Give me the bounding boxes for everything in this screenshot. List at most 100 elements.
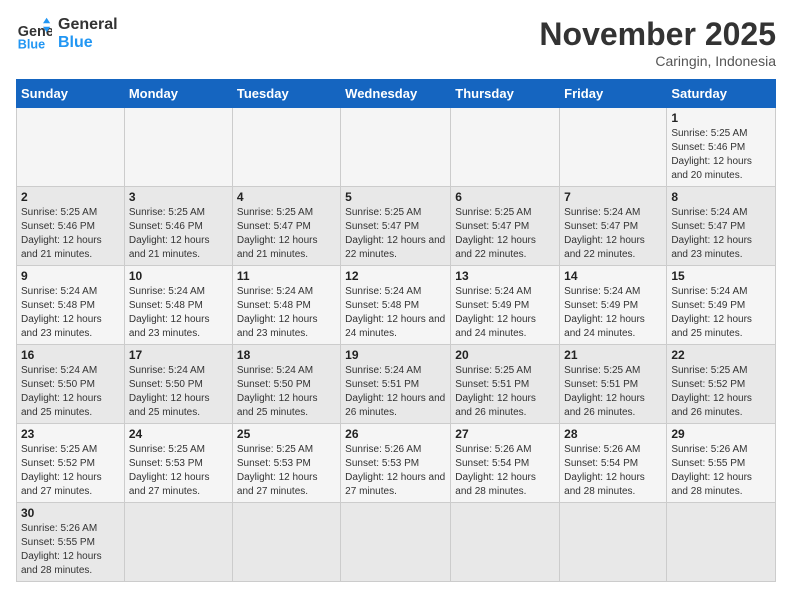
day-number: 1 — [671, 111, 771, 125]
header-tuesday: Tuesday — [232, 80, 340, 108]
day-info: Sunrise: 5:24 AMSunset: 5:49 PMDaylight:… — [564, 285, 662, 341]
day-number: 19 — [345, 348, 446, 362]
week-row-2: 9 Sunrise: 5:24 AMSunset: 5:48 PMDaylight… — [17, 266, 776, 345]
day-info: Sunrise: 5:25 AMSunset: 5:46 PMDaylight:… — [129, 206, 228, 262]
day-cell: 11Sunrise: 5:24 AMSunset: 5:48 PMDayligh… — [232, 266, 340, 345]
week-row-1: 2Sunrise: 5:25 AMSunset: 5:46 PMDaylight… — [17, 187, 776, 266]
location-subtitle: Caringin, Indonesia — [539, 53, 776, 69]
logo-general: General — [58, 16, 118, 34]
day-number: 27 — [455, 427, 555, 441]
page-header: General Blue General Blue November 2025 … — [16, 16, 776, 69]
day-cell: 29Sunrise: 5:26 AMSunset: 5:55 PMDayligh… — [667, 424, 776, 503]
day-cell: 23Sunrise: 5:25 AMSunset: 5:52 PMDayligh… — [17, 424, 125, 503]
day-number: 7 — [564, 190, 662, 204]
day-info: Sunrise: 5:25 AMSunset: 5:52 PMDaylight:… — [671, 364, 771, 420]
svg-text:Blue: Blue — [18, 37, 45, 51]
day-cell — [667, 503, 776, 582]
day-cell: 14 Sunrise: 5:24 AMSunset: 5:49 PMDayligh… — [560, 266, 667, 345]
day-info: Sunrise: 5:25 AMSunset: 5:53 PMDaylight:… — [129, 443, 228, 499]
day-number: 18 — [237, 348, 336, 362]
logo-icon: General Blue — [16, 16, 52, 52]
day-number: 20 — [455, 348, 555, 362]
week-row-0: 1 Sunrise: 5:25 AMSunset: 5:46 PMDaylight… — [17, 108, 776, 187]
day-cell — [17, 108, 125, 187]
day-info: Sunrise: 5:26 AMSunset: 5:54 PMDaylight:… — [564, 443, 662, 499]
day-cell — [124, 108, 232, 187]
day-cell: 17Sunrise: 5:24 AMSunset: 5:50 PMDayligh… — [124, 345, 232, 424]
day-number: 12 — [345, 269, 446, 283]
day-info: Sunrise: 5:24 AMSunset: 5:49 PMDaylight:… — [455, 285, 555, 341]
header-sunday: Sunday — [17, 80, 125, 108]
title-block: November 2025 Caringin, Indonesia — [539, 16, 776, 69]
day-cell — [232, 503, 340, 582]
day-cell — [560, 108, 667, 187]
day-number: 28 — [564, 427, 662, 441]
day-number: 25 — [237, 427, 336, 441]
day-info: Sunrise: 5:26 AMSunset: 5:55 PMDaylight:… — [21, 522, 120, 578]
calendar-body: 1 Sunrise: 5:25 AMSunset: 5:46 PMDaylight… — [17, 108, 776, 582]
month-title: November 2025 — [539, 16, 776, 53]
day-number: 6 — [455, 190, 555, 204]
day-number: 23 — [21, 427, 120, 441]
week-row-3: 16 Sunrise: 5:24 AMSunset: 5:50 PMDayligh… — [17, 345, 776, 424]
day-number: 14 — [564, 269, 662, 283]
header-wednesday: Wednesday — [341, 80, 451, 108]
day-cell: 15 Sunrise: 5:24 AMSunset: 5:49 PMDayligh… — [667, 266, 776, 345]
day-number: 24 — [129, 427, 228, 441]
day-info: Sunrise: 5:24 AMSunset: 5:49 PMDaylight:… — [671, 285, 771, 341]
day-cell: 7Sunrise: 5:24 AMSunset: 5:47 PMDaylight… — [560, 187, 667, 266]
day-info: Sunrise: 5:25 AMSunset: 5:46 PMDaylight:… — [671, 127, 771, 183]
day-cell: 27Sunrise: 5:26 AMSunset: 5:54 PMDayligh… — [451, 424, 560, 503]
calendar-table: SundayMondayTuesdayWednesdayThursdayFrid… — [16, 79, 776, 582]
day-info: Sunrise: 5:24 AMSunset: 5:50 PMDaylight:… — [129, 364, 228, 420]
day-cell: 2Sunrise: 5:25 AMSunset: 5:46 PMDaylight… — [17, 187, 125, 266]
day-number: 9 — [21, 269, 120, 283]
week-row-4: 23Sunrise: 5:25 AMSunset: 5:52 PMDayligh… — [17, 424, 776, 503]
day-cell: 21 Sunrise: 5:25 AMSunset: 5:51 PMDayligh… — [560, 345, 667, 424]
day-cell: 25 Sunrise: 5:25 AMSunset: 5:53 PMDayligh… — [232, 424, 340, 503]
day-info: Sunrise: 5:25 AMSunset: 5:47 PMDaylight:… — [237, 206, 336, 262]
day-cell: 8Sunrise: 5:24 AMSunset: 5:47 PMDaylight… — [667, 187, 776, 266]
day-cell: 16 Sunrise: 5:24 AMSunset: 5:50 PMDayligh… — [17, 345, 125, 424]
day-number: 3 — [129, 190, 228, 204]
day-info: Sunrise: 5:24 AMSunset: 5:48 PMDaylight:… — [129, 285, 228, 341]
day-info: Sunrise: 5:24 AMSunset: 5:48 PMDaylight:… — [21, 285, 120, 341]
header-saturday: Saturday — [667, 80, 776, 108]
day-number: 4 — [237, 190, 336, 204]
day-cell: 9 Sunrise: 5:24 AMSunset: 5:48 PMDaylight… — [17, 266, 125, 345]
day-number: 22 — [671, 348, 771, 362]
day-info: Sunrise: 5:25 AMSunset: 5:47 PMDaylight:… — [345, 206, 446, 262]
day-number: 15 — [671, 269, 771, 283]
day-cell: 4 Sunrise: 5:25 AMSunset: 5:47 PMDaylight… — [232, 187, 340, 266]
header-friday: Friday — [560, 80, 667, 108]
day-cell: 30 Sunrise: 5:26 AMSunset: 5:55 PMDayligh… — [17, 503, 125, 582]
day-info: Sunrise: 5:25 AMSunset: 5:47 PMDaylight:… — [455, 206, 555, 262]
day-cell: 20 Sunrise: 5:25 AMSunset: 5:51 PMDayligh… — [451, 345, 560, 424]
day-cell — [232, 108, 340, 187]
day-number: 16 — [21, 348, 120, 362]
week-row-5: 30 Sunrise: 5:26 AMSunset: 5:55 PMDayligh… — [17, 503, 776, 582]
day-cell: 6 Sunrise: 5:25 AMSunset: 5:47 PMDaylight… — [451, 187, 560, 266]
day-cell: 22 Sunrise: 5:25 AMSunset: 5:52 PMDayligh… — [667, 345, 776, 424]
day-cell — [451, 503, 560, 582]
day-info: Sunrise: 5:25 AMSunset: 5:51 PMDaylight:… — [564, 364, 662, 420]
day-cell: 28 Sunrise: 5:26 AMSunset: 5:54 PMDayligh… — [560, 424, 667, 503]
day-cell: 13 Sunrise: 5:24 AMSunset: 5:49 PMDayligh… — [451, 266, 560, 345]
day-info: Sunrise: 5:25 AMSunset: 5:46 PMDaylight:… — [21, 206, 120, 262]
day-cell: 19Sunrise: 5:24 AMSunset: 5:51 PMDayligh… — [341, 345, 451, 424]
day-number: 13 — [455, 269, 555, 283]
day-cell — [451, 108, 560, 187]
day-cell: 18Sunrise: 5:24 AMSunset: 5:50 PMDayligh… — [232, 345, 340, 424]
day-cell: 26Sunrise: 5:26 AMSunset: 5:53 PMDayligh… — [341, 424, 451, 503]
header-thursday: Thursday — [451, 80, 560, 108]
header-monday: Monday — [124, 80, 232, 108]
day-cell: 24 Sunrise: 5:25 AMSunset: 5:53 PMDayligh… — [124, 424, 232, 503]
day-info: Sunrise: 5:24 AMSunset: 5:50 PMDaylight:… — [21, 364, 120, 420]
day-cell: 3 Sunrise: 5:25 AMSunset: 5:46 PMDaylight… — [124, 187, 232, 266]
day-cell: 5Sunrise: 5:25 AMSunset: 5:47 PMDaylight… — [341, 187, 451, 266]
day-info: Sunrise: 5:25 AMSunset: 5:53 PMDaylight:… — [237, 443, 336, 499]
day-number: 21 — [564, 348, 662, 362]
day-cell — [341, 503, 451, 582]
day-info: Sunrise: 5:25 AMSunset: 5:51 PMDaylight:… — [455, 364, 555, 420]
day-number: 30 — [21, 506, 120, 520]
